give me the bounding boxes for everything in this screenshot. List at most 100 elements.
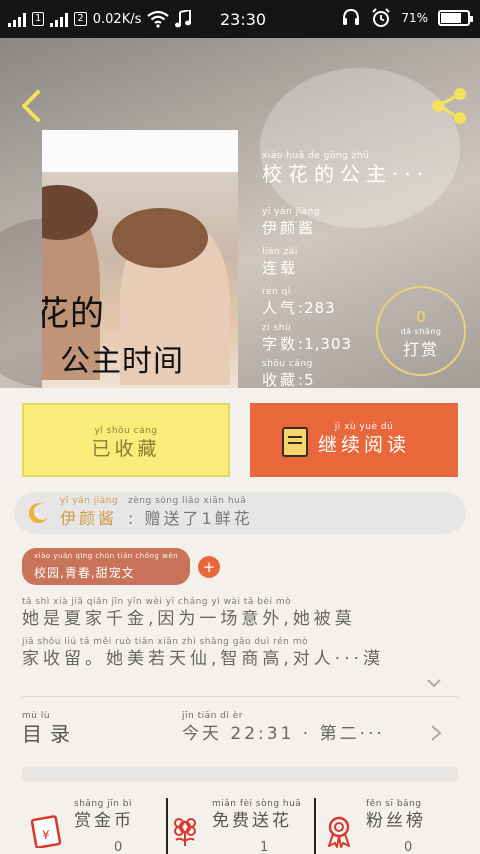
cover-girl-hair: [112, 208, 208, 268]
chevron-left-icon[interactable]: [14, 86, 54, 126]
book-icon: [282, 427, 308, 457]
synopsis-line-1-pinyin: tā shì xià jiā qiān jīn yīn wèi yī cháng…: [22, 597, 292, 607]
free-flower-label: 免费送花: [212, 811, 292, 831]
cover-sky: [42, 130, 238, 172]
book-author[interactable]: yī yán jiàng 伊颜酱: [262, 206, 320, 238]
popularity-pinyin: rén qì: [262, 287, 291, 297]
favorites-label: 收藏: [262, 371, 299, 389]
genre-tag-pinyin: xiào yuán qīng chūn tián chǒng wén: [34, 552, 179, 560]
fan-ranking-count: 0: [404, 840, 413, 854]
moon-icon: [28, 503, 48, 524]
music-icon: [175, 10, 192, 28]
red-envelope-icon: ¥: [30, 815, 62, 848]
sim2-badge: 2: [74, 12, 87, 26]
signal-icon-2: [50, 11, 69, 27]
book-status: lián zài 连载: [262, 246, 298, 278]
continue-reading-label: 继续阅读: [318, 434, 411, 456]
favorites-pinyin: shōu cáng: [262, 359, 313, 369]
words-value: :1,303: [298, 335, 353, 353]
gift-notice-bar[interactable]: yī yán jiàng 伊颜酱 zèng sòng liǎo xiān huā…: [14, 492, 466, 534]
catalog-label-text: 目录: [22, 722, 78, 746]
popularity-value: :283: [298, 299, 336, 317]
gift-author-pinyin: yī yán jiàng: [60, 496, 119, 506]
book-title-text: 校花的公主···: [262, 162, 430, 186]
free-flower-pinyin: miǎn fèi sòng huā: [212, 799, 302, 809]
tag-row: xiào yuán qīng chūn tián chǒng wén 校园,青春…: [22, 548, 221, 585]
reward-coins-text: shǎng jīn bì 赏金币: [74, 798, 134, 832]
synopsis-line-2-text: 家收留。她美若天仙,智商高,对人···漠: [22, 649, 385, 669]
chevron-down-icon[interactable]: [426, 675, 442, 691]
battery-fill: [441, 13, 461, 23]
free-flower-button[interactable]: miǎn fèi sòng huā 免费送花: [168, 798, 301, 848]
favorited-button[interactable]: yǐ shōu cáng 已收藏: [22, 403, 230, 477]
catalog-row[interactable]: mù lù 目录 jīn tiān dì èr 今天 22:31 · 第二···: [22, 706, 458, 764]
gift-message-text: : 赠送了1鲜花: [128, 509, 253, 528]
continue-reading-pinyin: jì xù yuè dú: [334, 422, 394, 432]
clock: 23:30: [220, 10, 267, 29]
synopsis[interactable]: tā shì xià jiā qiān jīn yīn wèi yī cháng…: [22, 596, 462, 676]
popularity-label: 人气: [262, 299, 299, 317]
bottom-divider-2: [314, 798, 316, 854]
synopsis-line-2-pinyin: jiā shōu liú tā měi ruò tiān xiān zhì sh…: [22, 637, 308, 647]
alarm-icon: [372, 8, 391, 27]
signal-icon: [8, 11, 26, 27]
reward-coins-count: 0: [114, 840, 123, 854]
book-title-pinyin: xiào huā de gōng zhǔ: [262, 151, 370, 161]
book-status-pinyin: lián zài: [262, 247, 298, 257]
cover-title-line1: 校花的: [42, 294, 105, 334]
fan-ranking-text: fěn sī bǎng 粉丝榜: [366, 798, 426, 832]
continue-reading-button[interactable]: jì xù yuè dú 继续阅读: [250, 403, 458, 477]
book-title: xiào huā de gōng zhǔ 校花的公主···: [262, 150, 472, 194]
svg-text:¥: ¥: [42, 828, 50, 842]
catalog-label: mù lù 目录: [22, 710, 78, 746]
book-author-pinyin: yī yán jiàng: [262, 207, 321, 217]
share-icon[interactable]: [428, 84, 472, 128]
headset-icon: [343, 8, 360, 25]
status-left: 1 2 0.02K/s: [8, 10, 192, 28]
book-author-text: 伊颜酱: [262, 219, 317, 237]
book-cover[interactable]: 校花的 公主时间: [42, 130, 238, 388]
gift-message-pinyin: zèng sòng liǎo xiān huā: [128, 496, 247, 506]
fan-ranking-pinyin: fěn sī bǎng: [366, 799, 422, 809]
words-label: 字数: [262, 335, 299, 353]
tip-label: 打赏: [402, 340, 439, 359]
book-status-text: 连载: [262, 259, 299, 277]
gift-message: zèng sòng liǎo xiān huā : 赠送了1鲜花: [128, 495, 253, 531]
words-pinyin: zì shù: [262, 323, 292, 333]
book-favorites: shōu cáng 收藏:5: [262, 358, 315, 390]
synopsis-line-2: jiā shōu liú tā měi ruò tiān xiān zhì sh…: [22, 636, 462, 670]
genre-tag[interactable]: xiào yuán qīng chūn tián chǒng wén 校园,青春…: [22, 548, 191, 585]
section-separator: [22, 767, 458, 781]
book-info: xiào huā de gōng zhǔ 校花的公主··· yī yán jià…: [262, 150, 472, 389]
network-speed: 0.02K/s: [92, 11, 142, 27]
tip-count: 0: [416, 308, 426, 326]
favorited-pinyin: yǐ shōu cáng: [94, 426, 158, 436]
add-tag-button[interactable]: +: [198, 555, 221, 578]
latest-chapter-pinyin: jīn tiān dì èr: [182, 711, 243, 721]
gift-author: yī yán jiàng 伊颜酱: [60, 495, 118, 531]
gift-author-text: 伊颜酱: [60, 509, 118, 528]
flower-icon: [174, 818, 196, 846]
battery-icon: [438, 10, 473, 26]
genre-tag-label: 校园,青春,甜宠文: [34, 566, 135, 580]
synopsis-line-1-text: 她是夏家千金,因为一场意外,她被莫: [22, 609, 356, 629]
wifi-icon: [147, 10, 170, 28]
reward-coins-pinyin: shǎng jīn bì: [74, 799, 132, 809]
catalog-label-pinyin: mù lù: [22, 711, 51, 721]
tip-button[interactable]: 0 dǎ shǎng 打赏: [376, 286, 466, 376]
book-popularity: rén qì 人气:283: [262, 286, 336, 318]
sim1-badge: 1: [32, 12, 45, 26]
free-flower-text: miǎn fèi sòng huā 免费送花: [212, 798, 301, 832]
latest-chapter: jīn tiān dì èr 今天 22:31 · 第二···: [182, 710, 385, 746]
ribbon-badge-icon: [328, 816, 350, 848]
bottom-action-bar: ¥ shǎng jīn bì 赏金币 0 miǎn fèi sòng huā 免…: [0, 794, 480, 854]
battery-percent: 71%: [401, 11, 428, 25]
divider: [22, 696, 458, 697]
latest-chapter-text: 今天 22:31 · 第二···: [182, 724, 385, 744]
chevron-right-icon: [431, 725, 442, 741]
status-bar: 1 2 0.02K/s 23:30 71%: [0, 0, 480, 38]
cover-title-line2: 公主时间: [60, 344, 184, 379]
reward-coins-label: 赏金币: [74, 811, 134, 831]
fan-ranking-label: 粉丝榜: [366, 811, 426, 831]
status-right: 71%: [341, 8, 473, 28]
